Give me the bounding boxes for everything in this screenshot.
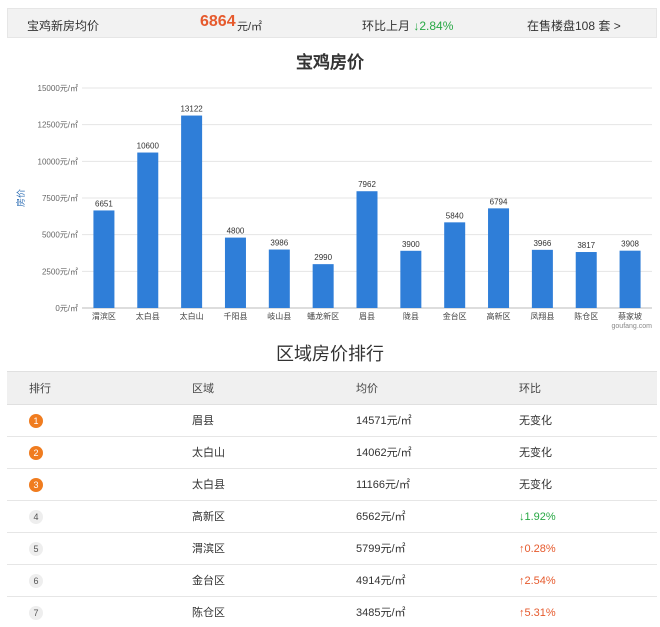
- change-cell: ↑5.31%: [519, 607, 556, 619]
- bar: [181, 115, 203, 308]
- rank-cell: 1: [29, 405, 43, 437]
- x-tick-label: 太白县: [136, 311, 160, 321]
- x-tick-label: 凤翔县: [530, 311, 554, 321]
- bar: [400, 250, 422, 308]
- bar: [531, 249, 553, 308]
- rank-badge: 1: [29, 414, 43, 428]
- ranking-table: 排行 区域 均价 环比 1 眉县 14571元/㎡ 无变化 2 太白山 14062元/㎡ 无变…: [7, 371, 657, 627]
- rank-badge: 7: [29, 606, 43, 620]
- x-tick-label: 岐山县: [267, 311, 291, 321]
- bar: [356, 191, 378, 308]
- bar: [444, 222, 466, 308]
- area-cell[interactable]: 太白山: [192, 437, 225, 469]
- x-tick-label: 眉县: [359, 312, 375, 321]
- bar-value-label: 10600: [137, 142, 160, 151]
- bar-value-label: 3908: [621, 240, 639, 249]
- rank-badge: 5: [29, 542, 43, 556]
- bar: [137, 152, 159, 308]
- price-cell: 6562元/㎡: [356, 511, 406, 523]
- x-tick-label: 陇县: [403, 311, 419, 321]
- bar-value-label: 3966: [533, 239, 551, 248]
- bar: [268, 249, 290, 308]
- change-cell: 无变化: [519, 479, 552, 491]
- y-tick-label: 12500元/㎡: [38, 121, 78, 130]
- price-cell: 14062元/㎡: [356, 447, 412, 459]
- bar-value-label: 5840: [446, 211, 464, 220]
- header-rank: 排行: [29, 383, 51, 395]
- y-tick-label: 0元/㎡: [55, 304, 78, 313]
- rank-badge: 3: [29, 478, 43, 492]
- area-cell[interactable]: 陈仓区: [192, 597, 225, 627]
- bar-value-label: 2990: [314, 253, 332, 262]
- price-cell: 14571元/㎡: [356, 415, 412, 427]
- x-tick-label: 金台区: [443, 311, 467, 321]
- watermark-text: goufang.com: [612, 323, 653, 330]
- bar: [312, 264, 334, 308]
- table-row[interactable]: 6 金台区 4914元/㎡ ↑2.54%: [7, 565, 657, 597]
- table-row[interactable]: 4 高新区 6562元/㎡ ↓1.92%: [7, 501, 657, 533]
- rank-cell: 2: [29, 437, 43, 469]
- header-change: 环比: [519, 383, 541, 395]
- area-cell[interactable]: 渭滨区: [192, 533, 225, 565]
- x-tick-label: 蔡家坡: [618, 311, 642, 321]
- rank-cell: 6: [29, 565, 43, 597]
- x-tick-label: 陈仓区: [574, 311, 598, 321]
- change-cell: ↑0.28%: [519, 543, 556, 555]
- bar: [224, 237, 246, 308]
- area-cell[interactable]: 金台区: [192, 565, 225, 597]
- area-cell[interactable]: 眉县: [192, 405, 214, 437]
- y-axis-label: 房价: [15, 189, 27, 207]
- bar-value-label: 13122: [180, 105, 203, 114]
- y-tick-label: 10000元/㎡: [38, 157, 78, 166]
- y-tick-label: 7500元/㎡: [42, 194, 78, 203]
- bar-value-label: 3817: [577, 241, 595, 250]
- bar-value-label: 4800: [227, 227, 245, 236]
- table-row[interactable]: 3 太白县 11166元/㎡ 无变化: [7, 469, 657, 501]
- bar-value-label: 3900: [402, 240, 420, 249]
- change-cell: ↓1.92%: [519, 511, 556, 523]
- rank-cell: 5: [29, 533, 43, 565]
- table-row[interactable]: 5 渭滨区 5799元/㎡ ↑0.28%: [7, 533, 657, 565]
- rank-badge: 4: [29, 510, 43, 524]
- x-tick-label: 渭滨区: [92, 311, 116, 321]
- header-area: 区域: [192, 383, 214, 395]
- price-cell: 5799元/㎡: [356, 543, 406, 555]
- bar-value-label: 7962: [358, 180, 376, 189]
- table-row[interactable]: 1 眉县 14571元/㎡ 无变化: [7, 405, 657, 437]
- table-row[interactable]: 2 太白山 14062元/㎡ 无变化: [7, 437, 657, 469]
- ranking-title: 区域房价排行: [276, 344, 384, 365]
- area-cell[interactable]: 高新区: [192, 501, 225, 533]
- x-tick-label: 高新区: [487, 311, 511, 321]
- price-cell: 3485元/㎡: [356, 607, 406, 619]
- rank-cell: 7: [29, 597, 43, 627]
- price-bar-chart: 0元/㎡ 2500元/㎡ 5000元/㎡ 7500元/㎡ 10000元/㎡ 12500元/…: [15, 84, 653, 330]
- x-tick-label: 蟠龙新区: [307, 311, 339, 321]
- bar: [488, 208, 510, 308]
- bar: [93, 210, 115, 308]
- price-cell: 11166元/㎡: [356, 479, 411, 491]
- table-row[interactable]: 7 陈仓区 3485元/㎡ ↑5.31%: [7, 597, 657, 627]
- change-cell: 无变化: [519, 447, 552, 459]
- rank-cell: 3: [29, 469, 43, 501]
- y-tick-label: 5000元/㎡: [42, 231, 78, 240]
- header-price: 均价: [356, 383, 378, 395]
- rank-cell: 4: [29, 501, 43, 533]
- rank-badge: 6: [29, 574, 43, 588]
- y-tick-label: 2500元/㎡: [42, 267, 78, 276]
- change-cell: 无变化: [519, 415, 552, 427]
- bar-value-label: 6794: [490, 197, 508, 206]
- rank-badge: 2: [29, 446, 43, 460]
- x-tick-label: 千阳县: [223, 311, 247, 321]
- price-cell: 4914元/㎡: [356, 575, 406, 587]
- area-cell[interactable]: 太白县: [192, 469, 225, 501]
- table-body: 1 眉县 14571元/㎡ 无变化 2 太白山 14062元/㎡ 无变化 3 太白县 11166元/…: [7, 405, 657, 627]
- bar-value-label: 6651: [95, 199, 113, 208]
- table-header: 排行 区域 均价 环比: [7, 371, 657, 405]
- change-cell: ↑2.54%: [519, 575, 556, 587]
- x-tick-label: 太白山: [180, 311, 204, 321]
- bar-value-label: 3986: [270, 239, 288, 248]
- y-tick-label: 15000元/㎡: [38, 84, 78, 93]
- bar: [575, 252, 597, 308]
- bar: [619, 250, 641, 308]
